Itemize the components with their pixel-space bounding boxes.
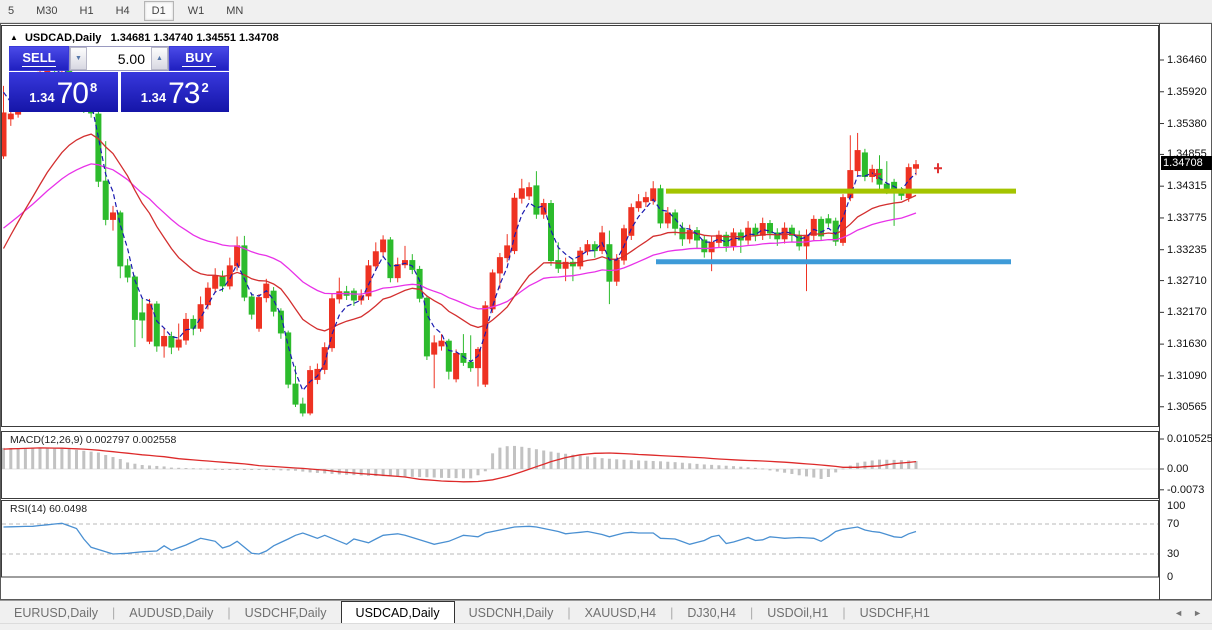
chart-symbol: USDCAD,Daily — [24, 32, 102, 44]
price-axis-label: 1.36460 — [1167, 54, 1207, 66]
price-axis-label: 1.35380 — [1167, 117, 1207, 130]
timeframe-button-h4[interactable]: H4 — [108, 1, 138, 21]
bid-price-pips: 70 — [56, 77, 89, 110]
volume-decrease-button[interactable]: ▼ — [70, 47, 87, 70]
ask-price-pips: 73 — [168, 77, 200, 110]
price-axis-label: 1.32170 — [1167, 306, 1207, 319]
ask-price-point: 2 — [201, 80, 209, 95]
timeframe-button-d1[interactable]: D1 — [143, 1, 174, 21]
macd-indicator-label: MACD(12,26,9) 0.002797 0.002558 — [10, 434, 177, 446]
rsi-indicator-label: RSI(14) 60.0498 — [10, 503, 88, 515]
price-axis-label: 1.33235 — [1167, 243, 1207, 256]
rsi-axis-label: 30 — [1167, 548, 1180, 560]
chart-title: ▲ USDCAD,Daily 1.34681 1.34740 1.34551 1… — [10, 32, 279, 44]
rsi-axis-label: 70 — [1167, 518, 1180, 530]
chart-tab-usdcad-daily[interactable]: USDCAD,Daily — [340, 601, 455, 624]
chart-tab-audusd-daily[interactable]: AUDUSD,Daily — [115, 601, 227, 624]
chart-tab-eurusd-daily[interactable]: EURUSD,Daily — [0, 601, 112, 624]
chart-tab-usdchf-daily[interactable]: USDCHF,Daily — [231, 601, 341, 624]
chart-tab-bar: EURUSD,Daily | AUDUSD,Daily | USDCHF,Daily US… — [0, 600, 1212, 624]
price-axis-label: 1.30565 — [1167, 400, 1207, 413]
price-axis-label: 1.34315 — [1167, 180, 1207, 193]
timeframe-button-h1[interactable]: H1 — [72, 1, 102, 21]
chart-tab-usdcnh-daily[interactable]: USDCNH,Daily — [455, 601, 568, 624]
chart-tab-usdchf-h1[interactable]: USDCHF,H1 — [846, 601, 944, 624]
bid-price-base: 1.34 — [29, 90, 55, 105]
one-click-trade-panel: SELL ▼ 5.00 ▲ BUY 1.34 70 8 1.34 73 2 — [9, 46, 229, 112]
chart-tab-dj30-h4[interactable]: DJ30,H4 — [673, 601, 750, 624]
ask-price-base: 1.34 — [140, 90, 167, 105]
rsi-axis-label: 0 — [1167, 570, 1174, 583]
timeframe-button-w1[interactable]: W1 — [180, 1, 213, 21]
tabs-scroll-right-icon[interactable]: ► — [1193, 608, 1202, 618]
price-axis-label: 1.33775 — [1167, 211, 1207, 224]
volume-increase-button[interactable]: ▲ — [151, 47, 168, 70]
price-axis-label: 1.32710 — [1167, 274, 1207, 287]
price-axis-label: 1.31090 — [1167, 369, 1207, 382]
price-axis-label: 1.31630 — [1167, 338, 1207, 351]
timeframe-button-m30[interactable]: M30 — [28, 1, 65, 21]
chart-ohlc-values: 1.34681 1.34740 1.34551 1.34708 — [110, 32, 279, 44]
timeframe-button-mn[interactable]: MN — [218, 1, 251, 21]
chart-tab-usdoil-h1[interactable]: USDOil,H1 — [753, 601, 842, 624]
collapse-triangle-icon[interactable]: ▲ — [10, 33, 18, 42]
rsi-axis-label: 100 — [1167, 500, 1186, 512]
price-axis-label: 1.35920 — [1167, 85, 1207, 98]
volume-stepper: ▼ 5.00 ▲ — [69, 46, 169, 71]
chart-tab-xauusd-h4[interactable]: XAUUSD,H4 — [571, 601, 671, 624]
ask-quote-panel[interactable]: 1.34 73 2 — [120, 72, 229, 112]
timeframe-button-5[interactable]: 5 — [0, 1, 22, 21]
macd-axis-label: 0.00 — [1167, 463, 1189, 475]
volume-input[interactable]: 5.00 — [87, 47, 151, 70]
macd-axis-label: 0.010525 — [1167, 433, 1212, 445]
buy-button[interactable]: BUY — [169, 46, 229, 71]
timeframe-toolbar: 5 M30 H1 H4 D1 W1 MN — [0, 0, 1212, 23]
bid-quote-panel[interactable]: 1.34 70 8 — [9, 72, 118, 112]
chart-window: ▲ USDCAD,Daily 1.34681 1.34740 1.34551 1… — [0, 23, 1212, 619]
sell-button[interactable]: SELL — [9, 46, 69, 71]
tabs-scroll-left-icon[interactable]: ◄ — [1174, 608, 1183, 618]
current-price-tag: 1.34708 — [1161, 156, 1212, 171]
rsi-panel-area[interactable] — [1, 500, 1159, 577]
bid-price-point: 8 — [89, 80, 98, 95]
tab-scroll-arrows: ◄ ► — [1174, 601, 1212, 624]
macd-axis-label: -0.0073 — [1167, 483, 1205, 496]
